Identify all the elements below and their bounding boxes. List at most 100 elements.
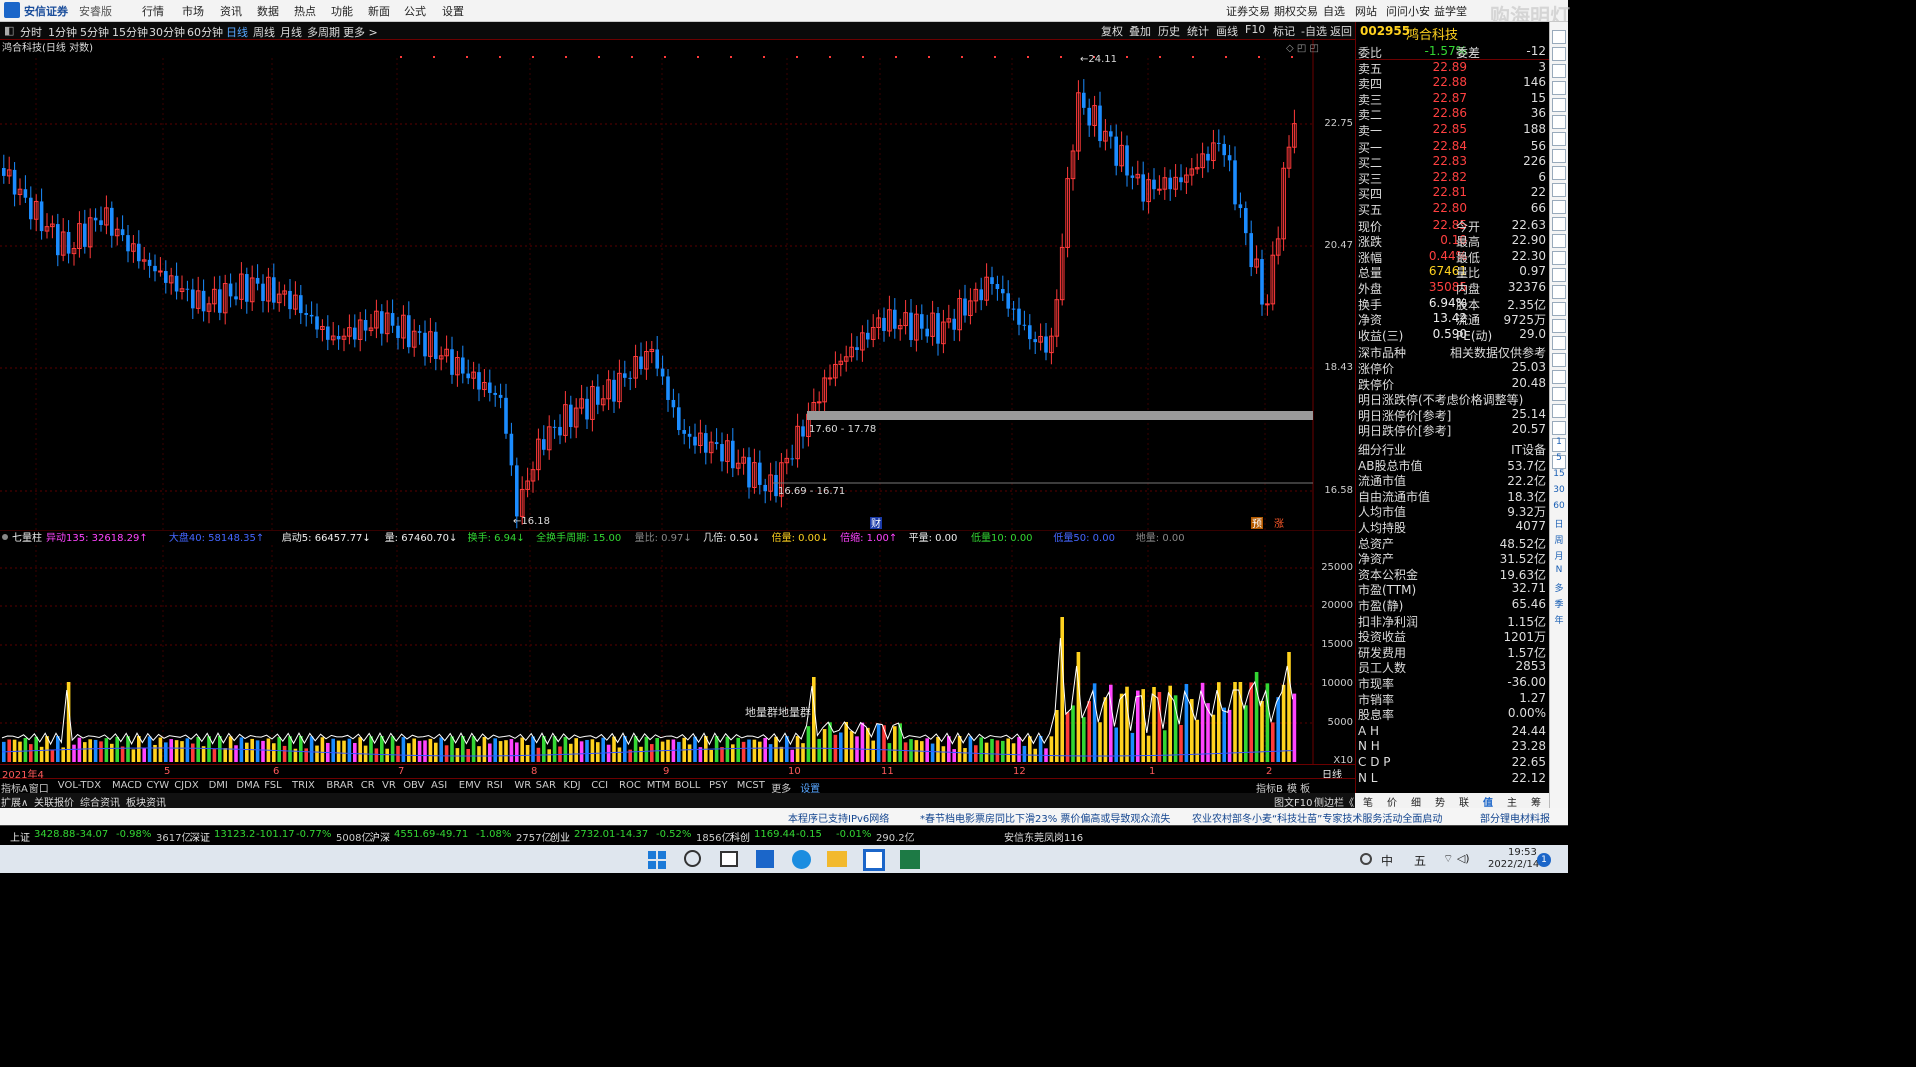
panel-tab-4[interactable]: 联 bbox=[1459, 794, 1469, 809]
sidebar-tool-icon[interactable] bbox=[1552, 336, 1566, 350]
sidebar-period-3[interactable]: 30 bbox=[1552, 485, 1566, 499]
indicator-tab-9[interactable]: TRIX bbox=[292, 780, 315, 791]
indicator-tab-21[interactable]: ROC bbox=[619, 780, 641, 791]
chart-tool-7[interactable]: -自选 bbox=[1301, 23, 1327, 39]
top-link-4[interactable]: 问问小安 bbox=[1386, 3, 1430, 19]
quote-row[interactable]: 涨跌 0.10 最高 22.90 bbox=[1356, 233, 1549, 249]
sidebar-period-10[interactable]: 季 bbox=[1552, 597, 1566, 611]
sidebar-period-7[interactable]: 月 bbox=[1552, 549, 1566, 563]
sidebar-period-1[interactable]: 5 bbox=[1552, 453, 1566, 467]
quote-row[interactable]: 净资 13.42 流通 9725万 bbox=[1356, 311, 1549, 327]
sidebar-period-2[interactable]: 15 bbox=[1552, 469, 1566, 483]
search-icon[interactable] bbox=[684, 850, 701, 867]
ah-row[interactable]: A H 24.44 bbox=[1356, 724, 1549, 740]
fundamental-row[interactable]: 人均持股 4077 bbox=[1356, 519, 1549, 535]
top-link-1[interactable]: 期权交易 bbox=[1274, 3, 1318, 19]
period-2[interactable]: 5分钟 bbox=[80, 24, 109, 40]
indicator-tab-4[interactable]: CYW bbox=[146, 780, 169, 791]
panel-tab-3[interactable]: 势 bbox=[1435, 794, 1445, 809]
chart-tool-6[interactable]: 标记 bbox=[1273, 23, 1295, 39]
panel-tab-6[interactable]: 主 bbox=[1507, 794, 1517, 809]
volume-chart[interactable]: 地量群地量群 七量柱 异动135: 32618.29↑ 大盘40: 58148.35… bbox=[0, 530, 1355, 764]
period-9[interactable]: 多周期 bbox=[307, 24, 340, 40]
ah-row[interactable]: N L 22.12 bbox=[1356, 771, 1549, 787]
bid-row[interactable]: 买五 22.80 66 bbox=[1356, 201, 1549, 217]
indicator-tab-16[interactable]: RSI bbox=[487, 780, 503, 791]
f10-button[interactable]: 图文F10 bbox=[1274, 794, 1312, 809]
network-icon[interactable]: ⌔ ◁) bbox=[1443, 852, 1470, 866]
sidebar-tool-icon[interactable] bbox=[1552, 404, 1566, 418]
period-8[interactable]: 月线 bbox=[280, 24, 302, 40]
sidebar-period-9[interactable]: 多 bbox=[1552, 581, 1566, 595]
fundamental-row[interactable]: 研发费用 1.57亿 bbox=[1356, 644, 1549, 660]
indicator-tab-3[interactable]: MACD bbox=[112, 780, 142, 791]
indicator-tab-10[interactable]: BRAR bbox=[326, 780, 353, 791]
bid-row[interactable]: 买四 22.81 22 bbox=[1356, 185, 1549, 201]
fundamental-row[interactable]: 投资收益 1201万 bbox=[1356, 628, 1549, 644]
next-limit-header[interactable]: 明日涨跌停(不考虑价格调整等) bbox=[1356, 391, 1549, 407]
sync-icon[interactable] bbox=[1360, 853, 1372, 865]
sidebar-tool-icon[interactable] bbox=[1552, 285, 1566, 299]
chart-tool-5[interactable]: F10 bbox=[1245, 23, 1265, 36]
fundamental-row[interactable]: 自由流通市值 18.3亿 bbox=[1356, 488, 1549, 504]
ah-row[interactable]: N H 23.28 bbox=[1356, 739, 1549, 755]
sidebar-tool-icon[interactable] bbox=[1552, 30, 1566, 44]
sidebar-tool-icon[interactable] bbox=[1552, 64, 1566, 78]
menu-5[interactable]: 功能 bbox=[331, 3, 353, 19]
sidebar-tool-icon[interactable] bbox=[1552, 183, 1566, 197]
quote-row[interactable]: 收益(三) 0.590 PE(动) 29.0 bbox=[1356, 327, 1549, 343]
sidebar-tool-icon[interactable] bbox=[1552, 47, 1566, 61]
notification-badge[interactable]: 1 bbox=[1537, 853, 1551, 867]
indicator-tab-11[interactable]: CR bbox=[361, 780, 375, 791]
indicator-tab-25[interactable]: MCST bbox=[737, 780, 765, 791]
panel-tab-7[interactable]: 筹 bbox=[1531, 794, 1541, 809]
fundamental-row[interactable]: 总资产 48.52亿 bbox=[1356, 535, 1549, 551]
bid-row[interactable]: 买一 22.84 56 bbox=[1356, 139, 1549, 155]
news-item-3[interactable]: 部分锂电材料报 bbox=[1480, 810, 1550, 825]
limit-row[interactable]: 涨停价 25.03 bbox=[1356, 360, 1549, 376]
period-4[interactable]: 30分钟 bbox=[149, 24, 185, 40]
index-name[interactable]: 创业 bbox=[550, 829, 570, 844]
chart-tool-8[interactable]: 返回 bbox=[1330, 23, 1352, 39]
start-icon[interactable] bbox=[648, 851, 666, 869]
sidebar-tool-icon[interactable] bbox=[1552, 370, 1566, 384]
candlestick-chart[interactable]: 鸿合科技(日线 对数) ←24.11 ←16.18 16.69 - 16.71 … bbox=[0, 40, 1355, 530]
fundamental-row[interactable]: 资本公积金 19.63亿 bbox=[1356, 566, 1549, 582]
menu-0[interactable]: 行情 bbox=[142, 3, 164, 19]
sidebar-period-6[interactable]: 周 bbox=[1552, 533, 1566, 547]
quote-row[interactable]: 现价 22.85 今开 22.63 bbox=[1356, 218, 1549, 234]
sidebar-tool-icon[interactable] bbox=[1552, 251, 1566, 265]
indicator-tab-2[interactable]: VOL-TDX bbox=[58, 780, 101, 791]
excel-icon[interactable] bbox=[900, 850, 920, 869]
period-7[interactable]: 周线 bbox=[253, 24, 275, 40]
indicator-tab-14[interactable]: ASI bbox=[431, 780, 447, 791]
widgets-icon[interactable] bbox=[756, 850, 774, 868]
top-link-3[interactable]: 网站 bbox=[1355, 3, 1377, 19]
ime-mode[interactable]: 中 bbox=[1381, 852, 1393, 869]
indicator-tab-7[interactable]: DMA bbox=[236, 780, 259, 791]
sidebar-tool-icon[interactable] bbox=[1552, 132, 1566, 146]
news-item-0[interactable]: 本程序已支持IPv6网络 bbox=[788, 810, 889, 825]
top-link-0[interactable]: 证券交易 bbox=[1226, 3, 1270, 19]
fundamental-row[interactable]: 市现率 -36.00 bbox=[1356, 675, 1549, 691]
fundamental-row[interactable]: 股息率 0.00% bbox=[1356, 706, 1549, 722]
sidebar-toggle[interactable]: 侧边栏《 bbox=[1314, 794, 1354, 809]
chart-tool-1[interactable]: 叠加 bbox=[1129, 23, 1151, 39]
quote-row[interactable]: 外盘 35085 内盘 32376 bbox=[1356, 280, 1549, 296]
period-6[interactable]: 日线 bbox=[226, 24, 248, 40]
indicator-tab-13[interactable]: OBV bbox=[403, 780, 424, 791]
menu-3[interactable]: 数据 bbox=[257, 3, 279, 19]
ime-type[interactable]: 五 bbox=[1414, 852, 1426, 869]
indicator-tab-24[interactable]: PSY bbox=[709, 780, 728, 791]
bid-row[interactable]: 买二 22.83 226 bbox=[1356, 154, 1549, 170]
extras-tab-1[interactable]: 关联报价 bbox=[34, 794, 74, 809]
clock-date[interactable]: 2022/2/14 bbox=[1488, 859, 1539, 870]
menu-8[interactable]: 设置 bbox=[442, 3, 464, 19]
sidebar-tool-icon[interactable] bbox=[1552, 200, 1566, 214]
sidebar-tool-icon[interactable] bbox=[1552, 234, 1566, 248]
panel-tab-0[interactable]: 笔 bbox=[1363, 794, 1373, 809]
fundamental-row[interactable]: 市销率 1.27 bbox=[1356, 691, 1549, 707]
indicator-tab-20[interactable]: CCI bbox=[591, 780, 608, 791]
ask-row[interactable]: 卖四 22.88 146 bbox=[1356, 75, 1549, 91]
indicator-tab-19[interactable]: KDJ bbox=[563, 780, 580, 791]
